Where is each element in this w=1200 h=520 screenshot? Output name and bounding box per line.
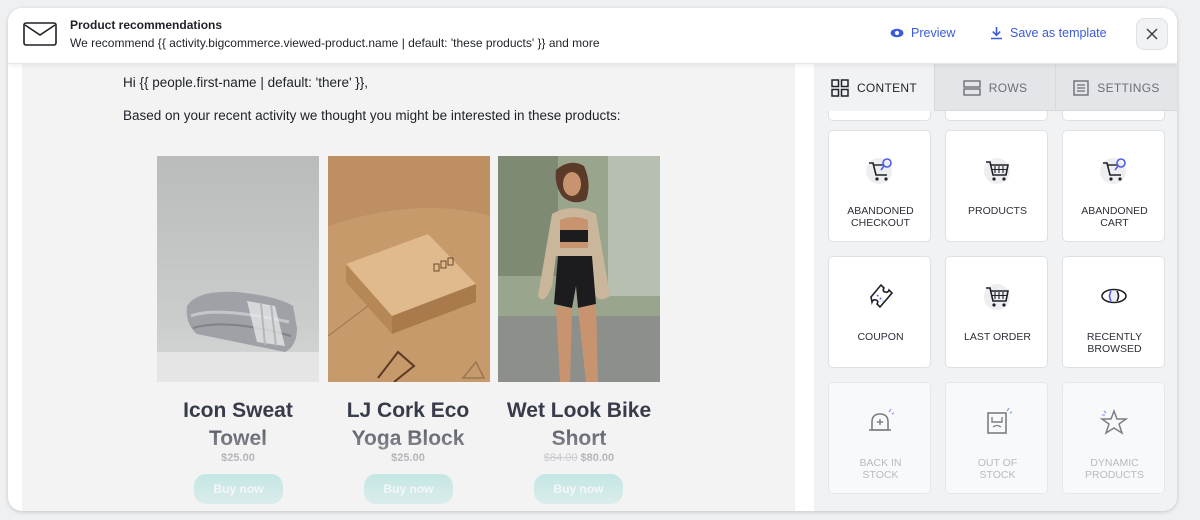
envelope-icon [23, 22, 57, 46]
block-dynamic-products[interactable]: DYNAMIC PRODUCTS [1062, 382, 1165, 494]
coupon-icon [869, 283, 893, 309]
product-name: Icon Sweat Towel [183, 399, 293, 450]
product-image-bike-short [498, 156, 660, 382]
last-order-icon [983, 284, 1010, 310]
content-block-partial [945, 111, 1048, 121]
block-abandoned-cart[interactable]: ABANDONED CART [1062, 130, 1165, 242]
product-price: $84.00 $80.00 [543, 452, 615, 464]
modal-title: Product recommendations [70, 18, 223, 32]
product-name: Wet Look Bike Short [506, 399, 652, 450]
rows-icon [963, 79, 981, 96]
block-coupon[interactable]: COUPON [828, 256, 931, 368]
block-label: ABANDONED CHECKOUT [847, 205, 914, 229]
buy-now-button[interactable]: Buy now [194, 474, 283, 504]
star-icon [1099, 408, 1128, 435]
block-label: OUT OF STOCK [977, 457, 1018, 481]
product-old-price: $84.00 [543, 452, 578, 464]
block-label: LAST ORDER [964, 331, 1031, 343]
eye-icon [1100, 288, 1127, 304]
product-price: $25.00 [391, 452, 425, 464]
save-as-template-label: Save as template [1010, 26, 1107, 40]
sidebar-tabs: CONTENT ROWS SETTINGS [814, 64, 1177, 111]
close-icon [1146, 28, 1158, 40]
settings-icon [1073, 79, 1089, 96]
modal-subtitle: We recommend {{ activity.bigcommerce.vie… [70, 36, 600, 50]
email-greeting: Hi {{ people.first-name | default: 'ther… [123, 75, 369, 90]
content-block-partial [1062, 111, 1165, 121]
buy-now-button[interactable]: Buy now [364, 474, 453, 504]
product-price: $25.00 [221, 452, 255, 464]
content-blocks-grid: ABANDONED CHECKOUT PRODUCTS ABANDONED CA… [814, 111, 1177, 511]
grid-icon [831, 78, 849, 97]
empty-box-icon [986, 407, 1012, 434]
block-recently-browsed[interactable]: RECENTLY BROWSED [1062, 256, 1165, 368]
cart-checkout-icon [865, 158, 892, 184]
block-last-order[interactable]: LAST ORDER [945, 256, 1048, 368]
cart-icon [983, 158, 1010, 184]
preview-button[interactable]: Preview [890, 26, 955, 40]
product-image-cork-block [328, 156, 490, 382]
tab-content[interactable]: CONTENT [814, 64, 935, 111]
block-products[interactable]: PRODUCTS [945, 130, 1048, 242]
eye-icon [890, 28, 904, 38]
content-sidebar: CONTENT ROWS SETTINGS ABANDONED CHECKOUT… [814, 64, 1177, 511]
block-label: ABANDONED CART [1081, 205, 1148, 229]
block-back-in-stock[interactable]: BACK IN STOCK [828, 382, 931, 494]
download-icon [991, 27, 1002, 40]
block-label: BACK IN STOCK [859, 457, 902, 481]
block-label: COUPON [857, 331, 904, 343]
tab-settings[interactable]: SETTINGS [1056, 64, 1177, 111]
content-block-partial [828, 111, 931, 121]
email-intro: Based on your recent activity we thought… [123, 108, 621, 123]
save-as-template-button[interactable]: Save as template [990, 26, 1107, 40]
block-label: RECENTLY BROWSED [1086, 331, 1143, 355]
product-image-towel [157, 156, 319, 382]
tab-rows[interactable]: ROWS [935, 64, 1056, 111]
email-canvas[interactable]: Hi {{ people.first-name | default: 'ther… [22, 64, 795, 511]
modal-card: Product recommendations We recommend {{ … [8, 8, 1177, 511]
block-abandoned-checkout[interactable]: ABANDONED CHECKOUT [828, 130, 931, 242]
buy-now-button[interactable]: Buy now [534, 474, 623, 504]
preview-label: Preview [911, 26, 956, 40]
cart-abandoned-icon [1099, 158, 1126, 184]
modal-header: Product recommendations We recommend {{ … [8, 8, 1177, 64]
email-body: Hi {{ people.first-name | default: 'ther… [22, 64, 795, 511]
block-label: PRODUCTS [968, 205, 1027, 217]
bell-icon [868, 408, 894, 431]
block-out-of-stock[interactable]: OUT OF STOCK [945, 382, 1048, 494]
block-label: DYNAMIC PRODUCTS [1085, 457, 1144, 481]
close-button[interactable] [1136, 18, 1168, 50]
product-name: LJ Cork Eco Yoga Block [346, 399, 470, 450]
